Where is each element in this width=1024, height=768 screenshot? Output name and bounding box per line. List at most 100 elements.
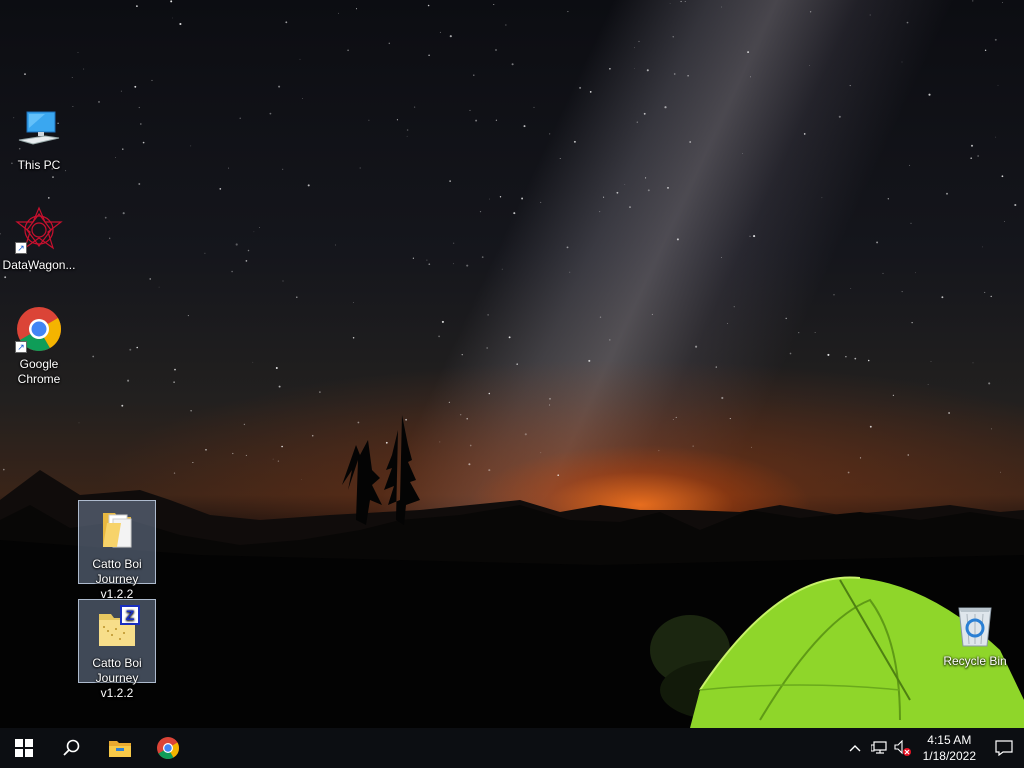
star (833, 294, 835, 296)
star (910, 222, 912, 224)
star (927, 384, 929, 385)
star (71, 77, 73, 78)
star (589, 91, 592, 93)
star (488, 469, 491, 472)
star (689, 141, 692, 143)
volume-button[interactable] (891, 728, 915, 768)
star (307, 184, 310, 187)
star (460, 414, 462, 416)
star (901, 291, 903, 293)
star (205, 449, 207, 451)
star (461, 354, 463, 356)
star (847, 471, 850, 474)
star (692, 445, 694, 447)
desktop-icon-catto-boi-folder[interactable]: Catto Boi Journey v1.2.2 (78, 500, 156, 601)
shortcut-arrow-icon: ↗ (15, 341, 27, 353)
star (441, 320, 444, 323)
star (559, 158, 561, 160)
star (158, 286, 160, 288)
star (138, 106, 140, 109)
star (741, 153, 743, 154)
star (448, 401, 451, 404)
star (172, 17, 174, 19)
zip-archive-icon: Z (93, 604, 141, 652)
star (995, 136, 997, 138)
star (946, 192, 948, 195)
star (3, 468, 5, 471)
taskbar-clock[interactable]: 4:15 AM 1/18/2022 (915, 732, 984, 764)
show-hidden-icons-button[interactable] (843, 728, 867, 768)
star (634, 68, 635, 69)
star (311, 434, 314, 437)
desktop-icon-this-pc[interactable]: This PC (0, 106, 78, 173)
star (275, 367, 278, 369)
star (499, 196, 502, 198)
star (347, 49, 349, 52)
star (636, 121, 638, 123)
desktop-icon-label: Recycle Bin (943, 654, 1007, 668)
shortcut-arrow-icon: ↗ (15, 242, 27, 254)
star (733, 306, 735, 308)
star (990, 295, 992, 298)
star (664, 106, 667, 109)
star (453, 263, 455, 265)
star (92, 355, 95, 358)
star (368, 119, 370, 121)
star (412, 257, 414, 259)
star (489, 198, 490, 200)
star (475, 119, 478, 122)
star (428, 263, 431, 266)
star (136, 346, 138, 349)
star (278, 85, 281, 88)
star (449, 180, 451, 182)
star (549, 397, 551, 400)
star (338, 12, 339, 14)
star (785, 317, 787, 320)
star (749, 235, 751, 237)
star (869, 425, 872, 428)
star (906, 21, 909, 24)
star (721, 396, 724, 400)
desktop-icon-recycle-bin[interactable]: Recycle Bin (936, 602, 1014, 669)
star (667, 187, 669, 189)
star (190, 145, 192, 147)
star (406, 135, 408, 137)
action-center-icon (995, 740, 1013, 756)
taskbar-chrome[interactable] (144, 728, 192, 768)
star (566, 246, 569, 249)
computer-icon (15, 106, 63, 154)
star (941, 296, 944, 299)
star (438, 335, 441, 338)
star (396, 119, 398, 121)
star (672, 36, 674, 38)
star (120, 90, 122, 92)
star (466, 417, 468, 420)
desktop-icon-google-chrome[interactable]: ↗ Google Chrome (0, 305, 78, 387)
star (134, 85, 137, 88)
star (684, 0, 686, 2)
clock-date: 1/18/2022 (922, 749, 976, 763)
taskbar-file-explorer[interactable] (96, 728, 144, 768)
datawagon-icon: ↗ (15, 206, 63, 254)
file-explorer-icon (109, 741, 131, 757)
star (355, 8, 358, 10)
star (473, 74, 475, 76)
star (282, 280, 284, 282)
star (285, 21, 288, 24)
star (388, 42, 391, 45)
star (673, 73, 676, 75)
start-button[interactable] (0, 728, 48, 768)
star (982, 246, 983, 248)
star (468, 463, 471, 466)
network-button[interactable] (867, 728, 891, 768)
star (272, 458, 274, 460)
star (616, 191, 619, 194)
desktop-icon-catto-boi-zip[interactable]: Z Catto Boi Journey v1.2.2 (78, 599, 156, 700)
star (1001, 175, 1004, 178)
star (715, 366, 717, 368)
desktop-icon-datawagon[interactable]: ↗ DataWagon... (0, 206, 78, 273)
star (259, 227, 260, 228)
action-center-button[interactable] (984, 728, 1024, 768)
search-button[interactable] (48, 728, 96, 768)
volume-muted-icon (894, 740, 911, 756)
